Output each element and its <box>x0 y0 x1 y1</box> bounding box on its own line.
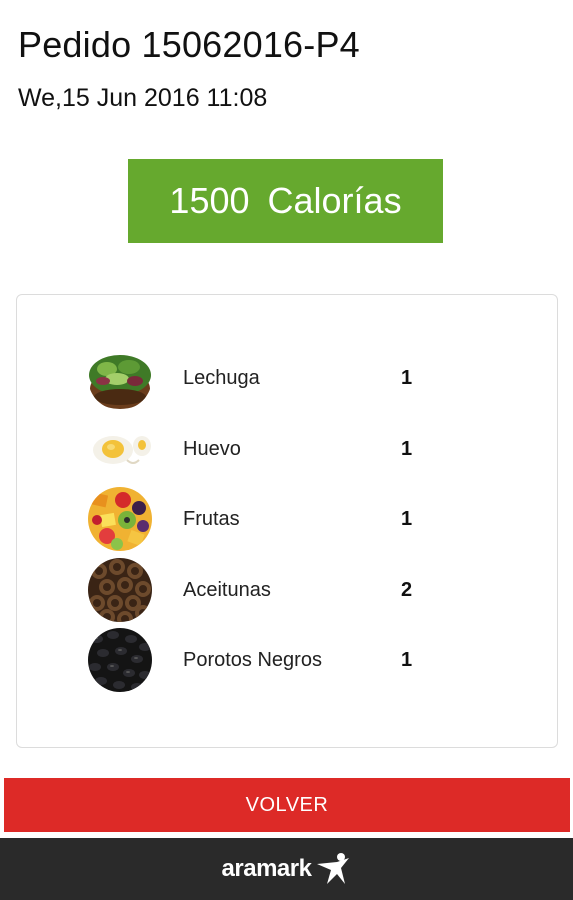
item-quantity: 1 <box>401 649 413 671</box>
item-quantity: 1 <box>401 438 413 460</box>
calories-badge: 1500 Calorías <box>128 159 443 243</box>
olives-icon <box>88 558 152 622</box>
egg-icon <box>87 416 153 482</box>
aramark-star-figure-icon <box>317 853 350 884</box>
order-title: Pedido 15062016-P4 <box>18 24 360 65</box>
footer-bar: aramark <box>0 838 573 900</box>
item-name: Huevo <box>183 438 241 460</box>
item-quantity: 1 <box>401 367 413 389</box>
calories-unit: Calorías <box>267 180 402 221</box>
item-quantity: 1 <box>401 508 413 530</box>
order-datetime: We,15 Jun 2016 11:08 <box>18 84 268 112</box>
item-name: Aceitunas <box>183 579 271 601</box>
list-item: Huevo 1 <box>17 416 557 482</box>
list-item: Frutas 1 <box>17 486 557 552</box>
item-name: Frutas <box>183 508 240 530</box>
brand-name: aramark <box>221 855 312 882</box>
back-button[interactable]: VOLVER <box>4 778 570 832</box>
lettuce-salad-icon <box>88 346 152 410</box>
list-item: Lechuga 1 <box>17 345 557 411</box>
brand-logo: aramark <box>222 852 352 886</box>
order-items-card: Lechuga 1 Huevo 1 Frutas 1 Aceitunas 2 P… <box>16 294 558 748</box>
item-quantity: 2 <box>401 579 413 601</box>
item-name: Porotos Negros <box>183 649 322 671</box>
list-item: Aceitunas 2 <box>17 557 557 623</box>
list-item: Porotos Negros 1 <box>17 627 557 693</box>
item-name: Lechuga <box>183 367 260 389</box>
fruit-salad-icon <box>88 487 152 551</box>
black-beans-icon <box>88 628 152 692</box>
calories-value: 1500 <box>169 180 250 221</box>
